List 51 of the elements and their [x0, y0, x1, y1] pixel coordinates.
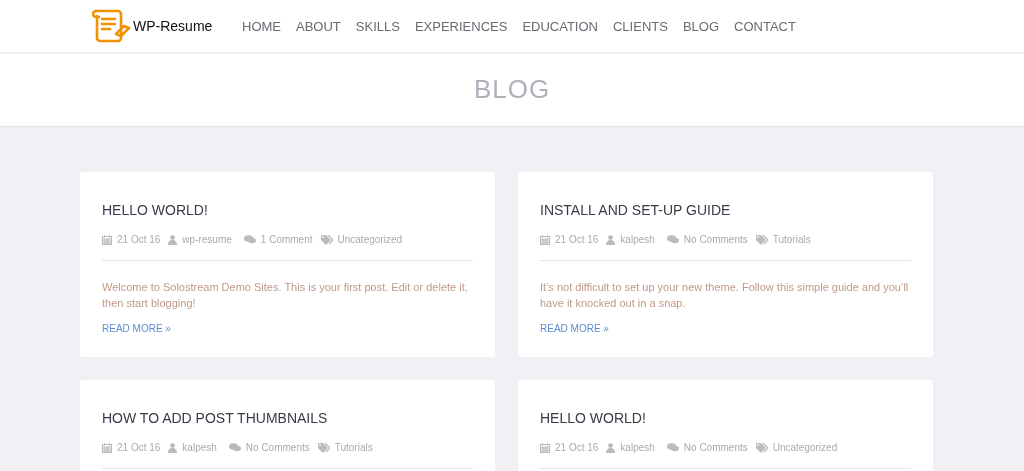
post-author[interactable]: wp-resume: [182, 234, 232, 245]
speech-bubbles-icon: [228, 443, 241, 452]
speech-bubbles-icon: [666, 235, 679, 244]
post-category[interactable]: Tutorials: [772, 234, 811, 245]
nav-link[interactable]: EDUCATION: [522, 18, 598, 34]
calendar-icon: [102, 442, 112, 453]
post-comments[interactable]: 1 Comment: [260, 234, 313, 245]
post-excerpt: Welcome to Solostream Demo Sites. This is your first post. Edit or delete it, then start blogging!: [102, 280, 469, 311]
calendar-icon: [540, 442, 550, 453]
post-title[interactable]: INSTALL AND SET-UP GUIDE: [540, 202, 911, 218]
tags-icon: [320, 234, 333, 245]
nav-link[interactable]: SKILLS: [355, 18, 400, 34]
speech-bubbles-icon: [243, 235, 256, 244]
post-author[interactable]: kalpesh: [620, 234, 655, 245]
post-date: 21 Oct 16: [117, 234, 161, 245]
nav-link[interactable]: CONTACT: [734, 18, 796, 34]
person-icon: [168, 442, 178, 453]
person-icon: [168, 234, 178, 245]
post-excerpt: It’s not difficult to set up your new theme. Follow this simple guide and you’ll have it knocked out in a snap.: [540, 280, 910, 311]
read-more-link[interactable]: READ MORE »: [102, 323, 171, 334]
post-date: 21 Oct 16: [555, 234, 599, 245]
tags-icon: [755, 442, 768, 453]
post-date: 21 Oct 16: [117, 442, 161, 453]
post-category[interactable]: Uncategorized: [772, 442, 838, 453]
post-title[interactable]: HELLO WORLD!: [540, 410, 911, 426]
post-author[interactable]: kalpesh: [182, 442, 217, 453]
nav-link[interactable]: BLOG: [682, 18, 719, 34]
site-logo-text[interactable]: WP-Resume: [133, 18, 213, 34]
nav-link[interactable]: CLIENTS: [613, 18, 668, 34]
post-comments[interactable]: No Comments: [683, 234, 748, 245]
post-title[interactable]: HOW TO ADD POST THUMBNAILS: [102, 410, 473, 426]
calendar-icon: [102, 234, 112, 245]
post-date: 21 Oct 16: [555, 442, 599, 453]
nav-link[interactable]: EXPERIENCES: [414, 18, 508, 34]
tags-icon: [755, 234, 768, 245]
post-comments[interactable]: No Comments: [245, 442, 310, 453]
calendar-icon: [540, 234, 550, 245]
post-category[interactable]: Tutorials: [334, 442, 373, 453]
nav-link[interactable]: HOME: [242, 18, 281, 34]
nav-link[interactable]: ABOUT: [296, 18, 341, 34]
post-comments[interactable]: No Comments: [683, 442, 748, 453]
post-author[interactable]: kalpesh: [620, 442, 655, 453]
speech-bubbles-icon: [666, 443, 679, 452]
page-title: BLOG: [473, 73, 551, 105]
read-more-link[interactable]: READ MORE »: [540, 323, 609, 334]
post-category[interactable]: Uncategorized: [337, 234, 402, 245]
post-title[interactable]: HELLO WORLD!: [102, 202, 473, 218]
person-icon: [606, 442, 616, 453]
person-icon: [606, 234, 616, 245]
scroll-icon: [92, 8, 132, 44]
tags-icon: [317, 442, 330, 453]
